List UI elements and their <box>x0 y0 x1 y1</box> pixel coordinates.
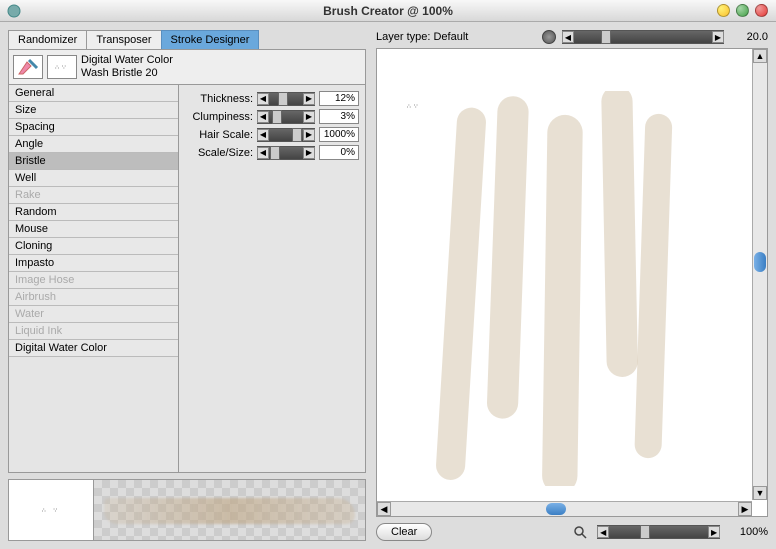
canvas-footer: Clear ◀▶ 100% <box>376 523 768 541</box>
minimize-button[interactable] <box>717 4 730 17</box>
clumpiness-label: Clumpiness: <box>185 111 253 123</box>
canvas-strokes <box>409 91 721 486</box>
window-controls <box>717 4 768 17</box>
stroke-designer-panel: ∴∵ Digital Water Color Wash Bristle 20 G… <box>8 49 366 473</box>
app-icon <box>6 3 22 19</box>
cat-spacing[interactable]: Spacing <box>9 119 178 136</box>
cat-size[interactable]: Size <box>9 102 178 119</box>
scroll-right-arrow[interactable]: ▶ <box>738 502 752 516</box>
tab-stroke-designer[interactable]: Stroke Designer <box>161 30 260 49</box>
maximize-button[interactable] <box>736 4 749 17</box>
cat-random[interactable]: Random <box>9 204 178 221</box>
scale-size-slider[interactable]: ◀▶ <box>257 146 315 160</box>
cat-water: Water <box>9 306 178 323</box>
cat-liquid-ink: Liquid Ink <box>9 323 178 340</box>
tab-bar: Randomizer Transposer Stroke Designer <box>8 30 366 49</box>
scale-size-value[interactable]: 0% <box>319 145 359 160</box>
cat-well[interactable]: Well <box>9 170 178 187</box>
scroll-down-arrow[interactable]: ▼ <box>753 486 767 500</box>
preview-strip: ∴ ∵ <box>8 479 366 541</box>
cat-impasto[interactable]: Impasto <box>9 255 178 272</box>
scroll-left-arrow[interactable]: ◀ <box>377 502 391 516</box>
right-panel: Layer type: Default ◀▶ 20.0 <box>376 30 768 541</box>
param-scale-size: Scale/Size: ◀▶ 0% <box>185 145 359 160</box>
zoom-value[interactable]: 100% <box>734 526 768 538</box>
cat-mouse[interactable]: Mouse <box>9 221 178 238</box>
tab-transposer[interactable]: Transposer <box>86 30 161 49</box>
titlebar[interactable]: Brush Creator @ 100% <box>0 0 776 22</box>
brush-header: ∴∵ Digital Water Color Wash Bristle 20 <box>9 50 365 85</box>
cat-image-hose: Image Hose <box>9 272 178 289</box>
brush-variant-thumb[interactable]: ∴∵ <box>47 55 77 79</box>
stroke-preview <box>94 480 365 540</box>
hscroll-thumb[interactable] <box>546 503 566 515</box>
magnifier-icon[interactable] <box>573 525 587 539</box>
content-area: Randomizer Transposer Stroke Designer ∴∵… <box>0 22 776 549</box>
param-clumpiness: Clumpiness: ◀▶ 3% <box>185 109 359 124</box>
category-list: General Size Spacing Angle Bristle Well … <box>9 85 179 472</box>
horizontal-scrollbar[interactable]: ◀ ▶ <box>377 501 752 516</box>
cat-cloning[interactable]: Cloning <box>9 238 178 255</box>
canvas-inner[interactable]: ∴∵ <box>379 51 751 500</box>
cat-angle[interactable]: Angle <box>9 136 178 153</box>
window-title: Brush Creator @ 100% <box>323 4 453 18</box>
hair-scale-slider[interactable]: ◀▶ <box>257 128 315 142</box>
cat-digital-water[interactable]: Digital Water Color <box>9 340 178 357</box>
scale-size-label: Scale/Size: <box>185 147 253 159</box>
stroke-sample <box>104 498 355 524</box>
clumpiness-value[interactable]: 3% <box>319 109 359 124</box>
zoom-slider[interactable]: ◀▶ <box>597 525 720 539</box>
cat-bristle[interactable]: Bristle <box>9 153 178 170</box>
brush-size-value[interactable]: 20.0 <box>734 31 768 43</box>
cat-airbrush: Airbrush <box>9 289 178 306</box>
dab-dots-icon: ∴∵ <box>55 64 69 71</box>
param-hair-scale: Hair Scale: ◀▶ 1000% <box>185 127 359 142</box>
canvas-header: Layer type: Default ◀▶ 20.0 <box>376 30 768 44</box>
cat-general[interactable]: General <box>9 85 178 102</box>
scroll-up-arrow[interactable]: ▲ <box>753 49 767 63</box>
brush-names: Digital Water Color Wash Bristle 20 <box>81 54 173 80</box>
dab-preview: ∴ ∵ <box>9 480 94 540</box>
left-panel: Randomizer Transposer Stroke Designer ∴∵… <box>8 30 366 541</box>
cursor-dab-icon: ∴∵ <box>407 103 421 110</box>
preview-canvas[interactable]: ∴∵ ▲ ▼ ◀ ▶ <box>376 48 768 517</box>
thickness-slider[interactable]: ◀▶ <box>257 92 315 106</box>
close-button[interactable] <box>755 4 768 17</box>
cat-rake: Rake <box>9 187 178 204</box>
vertical-scrollbar[interactable]: ▲ ▼ <box>752 49 767 500</box>
brush-size-slider[interactable]: ◀▶ <box>562 30 724 44</box>
layer-type-label: Layer type: Default <box>376 31 536 43</box>
thickness-value[interactable]: 12% <box>319 91 359 106</box>
param-thickness: Thickness: ◀▶ 12% <box>185 91 359 106</box>
params-area: General Size Spacing Angle Bristle Well … <box>9 85 365 472</box>
clear-button[interactable]: Clear <box>376 523 432 541</box>
hair-scale-value[interactable]: 1000% <box>319 127 359 142</box>
hair-scale-label: Hair Scale: <box>185 129 253 141</box>
vscroll-thumb[interactable] <box>754 252 766 272</box>
brush-variant-label: Wash Bristle 20 <box>81 67 173 80</box>
thickness-label: Thickness: <box>185 93 253 105</box>
brush-creator-window: Brush Creator @ 100% Randomizer Transpos… <box>0 0 776 549</box>
tab-randomizer[interactable]: Randomizer <box>8 30 87 49</box>
brush-category-thumb[interactable] <box>13 55 43 79</box>
clumpiness-slider[interactable]: ◀▶ <box>257 110 315 124</box>
dab-preview-icon: ∴ ∵ <box>42 507 60 514</box>
color-swatch[interactable] <box>542 30 556 44</box>
brush-category-label: Digital Water Color <box>81 54 173 67</box>
bristle-params: Thickness: ◀▶ 12% Clumpiness: ◀▶ 3% Hair… <box>179 85 365 472</box>
